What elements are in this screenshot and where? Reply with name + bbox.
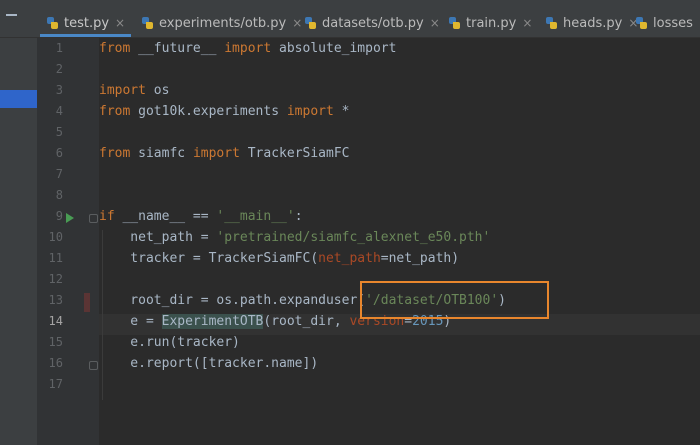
python-file-icon [304, 16, 317, 30]
tab-label: losses [653, 15, 693, 31]
line-number: 6 [55, 146, 63, 160]
tab-label: datasets/otb.py [322, 15, 424, 31]
code-line-6: from siamfc import TrackerSiamFC [99, 146, 350, 161]
code-line-1: from __future__ import absolute_import [99, 41, 397, 56]
tab-label: experiments/otb.py [159, 15, 287, 31]
highlighted-identifier: ExperimentOTB [161, 314, 264, 329]
close-icon[interactable]: × [430, 16, 440, 30]
tab-label: heads.py [563, 15, 623, 31]
code-line-4: from got10k.experiments import * [99, 104, 350, 119]
close-icon[interactable]: × [522, 16, 532, 30]
tab-train-py[interactable]: train.py × [448, 10, 532, 36]
code-line-10: net_path = 'pretrained/siamfc_alexnet_e5… [99, 230, 491, 245]
close-icon[interactable]: × [115, 16, 125, 30]
line-number: 3 [55, 83, 63, 97]
code-line-9: if __name__ == '__main__': [99, 209, 303, 224]
line-number: 10 [48, 230, 63, 244]
code-editor[interactable]: from __future__ import absolute_import i… [99, 38, 700, 445]
run-icon[interactable] [66, 213, 74, 223]
tab-test-py[interactable]: test.py × [39, 10, 132, 37]
selected-tree-item[interactable] [0, 90, 37, 108]
line-number: 12 [48, 272, 63, 286]
code-line-15: e.run(tracker) [99, 335, 240, 350]
minimize-icon[interactable] [6, 14, 17, 16]
tab-label: test.py [64, 15, 110, 31]
code-line-3: import os [99, 83, 170, 98]
line-number: 5 [55, 125, 63, 139]
python-file-icon [141, 16, 154, 30]
tab-datasets-otb-py[interactable]: datasets/otb.py × [304, 10, 440, 36]
line-number: 16 [48, 356, 63, 370]
line-number: 8 [55, 188, 63, 202]
close-icon[interactable]: × [292, 16, 302, 30]
fold-icon[interactable] [89, 361, 98, 370]
line-number: 17 [48, 377, 63, 391]
python-file-icon [635, 16, 648, 30]
tab-label: train.py [466, 15, 517, 31]
line-number: 7 [55, 167, 63, 181]
annotation-highlight-box [360, 281, 549, 319]
line-number: 11 [48, 251, 63, 265]
line-number: 9 [55, 209, 63, 223]
python-file-icon [545, 16, 558, 30]
line-number: 1 [55, 41, 63, 55]
code-line-16: e.report([tracker.name]) [99, 356, 319, 371]
tool-window-strip [0, 0, 37, 37]
line-number-current: 14 [48, 314, 63, 328]
code-line-11: tracker = TrackerSiamFC(net_path=net_pat… [99, 251, 460, 266]
breakpoint-marker[interactable] [84, 293, 90, 312]
python-file-icon [448, 16, 461, 30]
line-number: 13 [48, 293, 63, 307]
editor-tab-bar: test.py × experiments/otb.py × datasets/… [0, 0, 700, 38]
line-number-gutter: 1 2 3 4 5 6 7 8 9 10 11 12 13 14 15 16 1… [37, 38, 100, 445]
project-panel [0, 38, 37, 445]
tab-losses[interactable]: losses [635, 10, 693, 36]
python-file-icon [46, 16, 59, 30]
line-number: 15 [48, 335, 63, 349]
line-number: 2 [55, 62, 63, 76]
tab-experiments-otb-py[interactable]: experiments/otb.py × [141, 10, 302, 36]
fold-icon[interactable] [89, 214, 98, 223]
tab-heads-py[interactable]: heads.py × [545, 10, 638, 36]
line-number: 4 [55, 104, 63, 118]
